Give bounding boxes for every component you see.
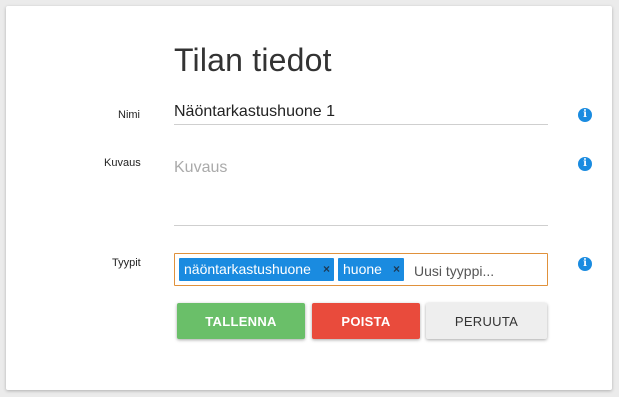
description-info-icon[interactable]: i: [578, 157, 592, 171]
space-details-card: Tilan tiedot Nimi i Kuvaus i Tyypit näön…: [6, 6, 612, 390]
description-label: Kuvaus: [104, 157, 141, 169]
description-field[interactable]: [174, 153, 548, 226]
name-info-icon[interactable]: i: [578, 108, 592, 122]
name-field[interactable]: [174, 100, 548, 125]
remove-tag-icon[interactable]: ×: [323, 258, 330, 281]
type-tag: näöntarkastushuone ×: [179, 258, 334, 281]
type-tag: huone ×: [338, 258, 404, 281]
page-title: Tilan tiedot: [174, 42, 332, 78]
remove-tag-icon[interactable]: ×: [393, 258, 400, 281]
types-info-icon[interactable]: i: [578, 257, 592, 271]
save-button[interactable]: TALLENNA: [177, 303, 305, 339]
types-tag-input[interactable]: näöntarkastushuone × huone ×: [174, 253, 548, 286]
new-type-input[interactable]: [412, 260, 544, 282]
name-label: Nimi: [118, 109, 140, 121]
delete-button[interactable]: POISTA: [312, 303, 420, 339]
types-label: Tyypit: [112, 257, 141, 269]
cancel-button[interactable]: PERUUTA: [426, 303, 547, 339]
type-tag-label: huone: [343, 261, 382, 277]
type-tag-label: näöntarkastushuone: [184, 261, 311, 277]
